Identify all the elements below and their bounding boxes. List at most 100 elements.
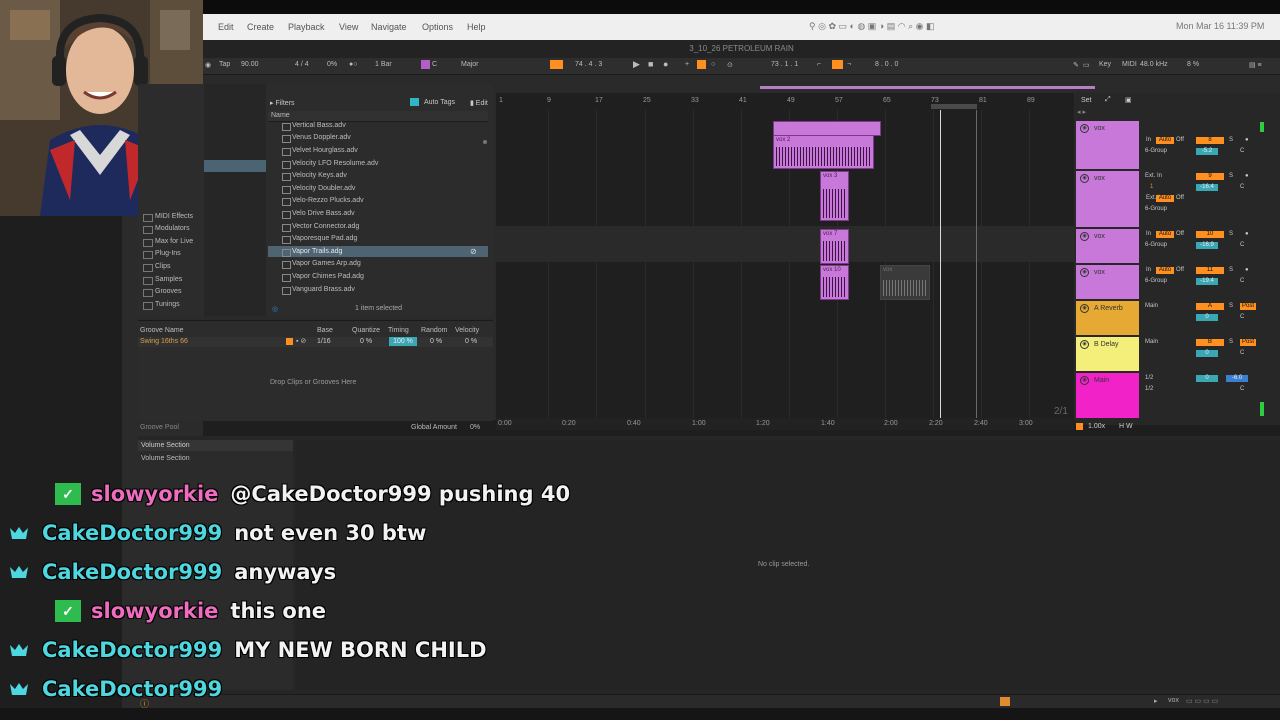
loop-brace[interactable] <box>931 104 977 109</box>
track-pan[interactable]: C <box>1240 184 1244 190</box>
track-pan[interactable]: C <box>1240 148 1244 154</box>
track-auto-button[interactable]: Auto <box>1156 231 1174 238</box>
show-io-toggle[interactable]: H W <box>1119 423 1133 430</box>
solo-button[interactable]: S <box>1229 339 1233 345</box>
groove-save-icon[interactable]: ▪ ⊘ <box>296 337 306 345</box>
track-header-main[interactable]: ◉ Main <box>1076 373 1139 418</box>
track-pan[interactable]: C <box>1240 314 1244 320</box>
fold-icon[interactable]: ◉ <box>1080 174 1089 183</box>
track-off-label[interactable]: Off <box>1176 195 1184 201</box>
follow-icon[interactable] <box>1076 423 1083 430</box>
scale-select[interactable]: Major <box>461 61 479 68</box>
browser-item[interactable]: Vapor Chimes Pad.adg <box>292 273 364 280</box>
scrub-overview[interactable] <box>760 86 1095 89</box>
clip-vox-top[interactable] <box>773 121 881 136</box>
stop-icon[interactable]: ■ <box>648 59 653 69</box>
loop-length-field[interactable]: 8 . 0 . 0 <box>875 61 898 68</box>
track-output[interactable]: 6-Group <box>1145 148 1167 154</box>
track-number[interactable]: 9 <box>1196 173 1224 180</box>
main-volume[interactable]: 0 <box>1196 375 1218 382</box>
track-volume[interactable]: -16.9 <box>1196 242 1218 249</box>
scale-icon[interactable] <box>421 60 430 69</box>
punch-out-icon[interactable]: ¬ <box>847 61 851 68</box>
menu-playback[interactable]: Playback <box>288 22 325 32</box>
track-volume[interactable]: -19.4 <box>1196 278 1218 285</box>
places-tunings[interactable]: Tunings <box>155 301 180 308</box>
track-output[interactable]: 6-Group <box>1145 206 1167 212</box>
status-play-icon[interactable]: ▸ <box>1154 697 1158 705</box>
draw-mode-icon[interactable]: ✎ <box>1073 61 1079 69</box>
key-map-button[interactable]: Key <box>1099 61 1111 68</box>
groove-velocity-value[interactable]: 0 % <box>465 338 477 345</box>
track-input-type[interactable]: Ext. In <box>1145 173 1162 179</box>
track-header-vox-3[interactable]: ◉ vox <box>1076 229 1139 263</box>
groove-base-value[interactable]: 1/16 <box>317 338 331 345</box>
places-plugins[interactable]: Plug-Ins <box>155 250 181 257</box>
track-pan[interactable]: C <box>1240 278 1244 284</box>
arm-icon[interactable]: ● <box>1245 267 1249 273</box>
track-auto-button[interactable]: Auto <box>1156 195 1174 202</box>
follow-button[interactable] <box>550 60 563 69</box>
browser-scrollbar-thumb[interactable] <box>483 140 487 144</box>
browser-item[interactable]: Velo-Rezzo Plucks.adv <box>292 197 364 204</box>
midi-map-button[interactable]: MIDI <box>1122 61 1137 68</box>
track-input-channel[interactable]: 1 <box>1150 184 1153 190</box>
auto-tags-button[interactable]: Auto Tags <box>424 99 455 106</box>
clip-vox-7[interactable]: vox 7 <box>820 229 849 264</box>
main-pan[interactable]: C <box>1240 386 1244 392</box>
track-number[interactable]: 11 <box>1196 267 1224 274</box>
track-auto-button[interactable]: Auto <box>1156 137 1174 144</box>
capture-icon[interactable]: ⊙ <box>727 61 733 69</box>
key-select[interactable]: C <box>432 61 437 68</box>
solo-button[interactable]: S <box>1229 137 1233 143</box>
track-header-b-delay[interactable]: ◉ B Delay <box>1076 337 1139 371</box>
volume-section-item[interactable]: Volume Section <box>141 455 190 462</box>
arm-icon[interactable]: ● <box>1245 231 1249 237</box>
quantize-select[interactable]: 1 Bar <box>375 61 392 68</box>
punch-in-icon[interactable]: ⌐ <box>817 61 821 68</box>
global-amount-value[interactable]: 0% <box>470 424 480 431</box>
arm-icon[interactable]: ● <box>1245 173 1249 179</box>
name-column-header[interactable]: Name <box>271 112 290 119</box>
track-nav-icon[interactable]: ◂ ▸ <box>1077 108 1086 116</box>
track-pan[interactable]: C <box>1240 350 1244 356</box>
browser-item[interactable]: Vertical Bass.adv <box>292 122 346 129</box>
arm-icon[interactable]: ● <box>1245 137 1249 143</box>
track-volume[interactable]: -16.4 <box>1196 184 1218 191</box>
track-number[interactable]: 10 <box>1196 231 1224 238</box>
places-max-for-live[interactable]: Max for Live <box>155 238 193 245</box>
track-volume[interactable]: -5.2 <box>1196 148 1218 155</box>
browser-item[interactable]: Vector Connector.adg <box>292 223 359 230</box>
groove-random-value[interactable]: 0 % <box>430 338 442 345</box>
track-pan[interactable]: C <box>1240 242 1244 248</box>
track-number[interactable]: 8 <box>1196 137 1224 144</box>
computer-keyboard-icon[interactable]: ▭ <box>1083 61 1090 69</box>
return-letter[interactable]: A <box>1196 303 1224 310</box>
browser-item[interactable]: Vapor Games Arp.adg <box>292 260 361 267</box>
menu-edit[interactable]: Edit <box>218 22 234 32</box>
places-midi-effects[interactable]: MIDI Effects <box>155 213 193 220</box>
automation-arm-icon[interactable] <box>697 60 706 69</box>
loop-switch[interactable] <box>832 60 843 69</box>
solo-button[interactable]: S <box>1229 231 1233 237</box>
places-grooves[interactable]: Grooves <box>155 288 181 295</box>
set-button[interactable]: Set <box>1081 97 1092 104</box>
hotswap-icon[interactable]: ◎ <box>272 305 278 313</box>
play-icon[interactable]: ▶ <box>633 59 640 70</box>
groove-timing-value[interactable]: 100 % <box>389 337 417 346</box>
track-off-label[interactable]: Off <box>1176 231 1184 237</box>
time-signature[interactable]: 4 / 4 <box>295 61 309 68</box>
position-field[interactable]: 74 . 4 . 3 <box>575 61 602 68</box>
post-button[interactable]: Post <box>1240 339 1256 346</box>
track-off-label[interactable]: Off <box>1176 137 1184 143</box>
auto-tags-icon[interactable] <box>410 98 419 106</box>
status-view-icons[interactable]: ▭ ▭ ▭ ▭ <box>1186 697 1218 705</box>
menu-view[interactable]: View <box>339 22 358 32</box>
solo-button[interactable]: S <box>1229 173 1233 179</box>
track-header-vox-1[interactable]: ◉ vox <box>1076 121 1139 169</box>
filters-toggle[interactable]: ▸ Filters <box>270 99 295 107</box>
browser-item[interactable]: Velocity Doubler.adv <box>292 185 355 192</box>
browser-item[interactable]: Velocity LFO Resolume.adv <box>292 160 378 167</box>
track-off-label[interactable]: Off <box>1176 267 1184 273</box>
zoom-level[interactable]: 1.00x <box>1088 423 1105 430</box>
